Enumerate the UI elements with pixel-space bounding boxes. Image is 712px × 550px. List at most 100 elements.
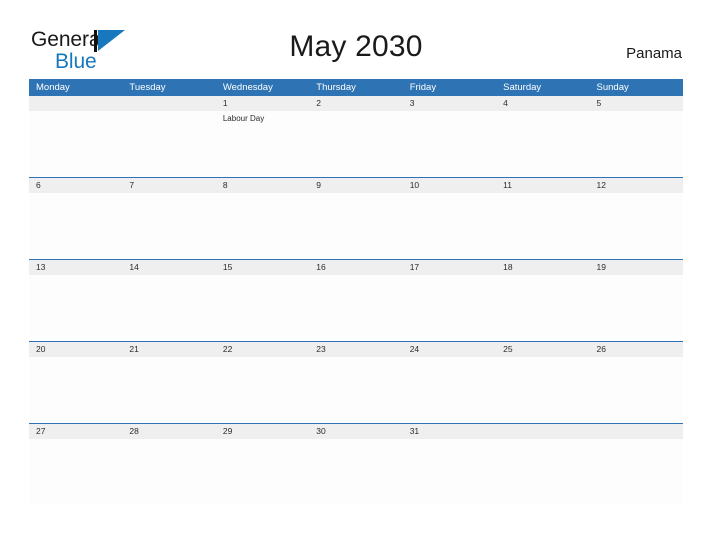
calendar-day-cell[interactable]: 21 <box>122 342 216 423</box>
day-number-band <box>589 424 683 439</box>
calendar-day-cell[interactable]: 8 <box>215 178 310 259</box>
calendar-body: 1 Labour Day 2 3 4 5 6 7 8 9 10 11 12 13 14 15 16 17 18 19 2… <box>29 96 683 505</box>
day-number: 19 <box>596 262 606 272</box>
calendar-day-cell[interactable]: 10 <box>402 178 497 259</box>
country-label: Panama <box>626 45 682 62</box>
day-number: 30 <box>316 426 326 436</box>
weekday-header-thursday: Thursday <box>316 82 356 93</box>
calendar-day-cell[interactable]: 9 <box>309 178 403 259</box>
calendar-day-cell[interactable]: 19 <box>589 260 683 341</box>
calendar-day-cell[interactable]: 1 Labour Day <box>215 96 310 177</box>
calendar-day-cell[interactable]: 5 <box>589 96 683 177</box>
calendar-day-cell[interactable]: 15 <box>215 260 310 341</box>
weekday-header-row: Monday Tuesday Wednesday Thursday Friday Satu… <box>29 79 683 96</box>
day-number-band <box>122 96 216 111</box>
day-number: 7 <box>129 180 135 190</box>
weekday-header-friday: Friday <box>409 82 437 93</box>
calendar-day-cell[interactable]: 20 <box>29 342 123 423</box>
day-number: 3 <box>409 98 415 108</box>
day-number: 2 <box>316 98 321 108</box>
day-number: 14 <box>129 262 139 272</box>
calendar-week-row: 13 14 15 16 17 18 19 <box>29 259 683 341</box>
weekday-header-tuesday: Tuesday <box>129 82 166 93</box>
day-number: 28 <box>129 426 139 436</box>
calendar-day-cell[interactable]: 29 <box>215 424 310 505</box>
day-number: 5 <box>596 98 602 108</box>
calendar-day-cell[interactable]: 23 <box>309 342 403 423</box>
day-number: 31 <box>409 426 420 436</box>
day-number-band <box>29 96 123 111</box>
day-number: 17 <box>409 262 420 272</box>
calendar-day-cell[interactable]: 25 <box>496 342 590 423</box>
calendar-day-cell[interactable]: 4 <box>496 96 590 177</box>
calendar-day-cell-empty <box>122 96 216 177</box>
day-number: 26 <box>596 344 606 354</box>
day-number-band <box>402 96 497 111</box>
calendar-day-cell[interactable]: 14 <box>122 260 216 341</box>
day-number-band <box>496 424 590 439</box>
day-number: 22 <box>222 344 233 354</box>
day-number-band <box>215 96 310 111</box>
page-title: May 2030 <box>289 30 423 63</box>
calendar-week-row: 27 28 29 30 31 <box>29 423 683 505</box>
calendar-grid: Monday Tuesday Wednesday Thursday Friday Satu… <box>29 79 683 505</box>
day-number: 23 <box>316 344 326 354</box>
calendar-day-cell[interactable]: 30 <box>309 424 403 505</box>
day-number: 27 <box>36 426 46 436</box>
weekday-header-saturday: Saturday <box>503 82 542 93</box>
day-events: Labour Day <box>223 113 305 126</box>
calendar-day-cell-empty <box>589 424 683 505</box>
day-number: 9 <box>316 180 321 190</box>
calendar-day-cell[interactable]: 24 <box>402 342 497 423</box>
day-number: 21 <box>129 344 139 354</box>
day-number-band <box>309 178 403 193</box>
day-number: 4 <box>503 98 508 108</box>
day-number-band <box>122 178 216 193</box>
calendar-day-cell[interactable]: 16 <box>309 260 403 341</box>
calendar-week-row: 1 Labour Day 2 3 4 5 <box>29 96 683 177</box>
calendar-day-cell[interactable]: 17 <box>402 260 497 341</box>
day-number: 15 <box>222 262 233 272</box>
holiday-event-label: Labour Day <box>222 114 265 123</box>
calendar-day-cell[interactable]: 27 <box>29 424 123 505</box>
calendar-day-cell[interactable]: 11 <box>496 178 590 259</box>
day-number-band <box>309 96 403 111</box>
calendar-day-cell[interactable]: 28 <box>122 424 216 505</box>
calendar-page: General Blue May 2030 Panama Monday Tuesd… <box>0 0 712 550</box>
day-number: 13 <box>36 262 46 272</box>
day-number: 1 <box>222 98 228 108</box>
day-number: 16 <box>316 262 326 272</box>
weekday-header-monday: Monday <box>36 82 70 93</box>
calendar-day-cell[interactable]: 18 <box>496 260 590 341</box>
calendar-day-cell[interactable]: 2 <box>309 96 403 177</box>
day-number-band <box>496 96 590 111</box>
day-number: 11 <box>503 180 512 190</box>
calendar-day-cell-empty <box>29 96 123 177</box>
day-number: 20 <box>36 344 46 354</box>
calendar-day-cell[interactable]: 6 <box>29 178 123 259</box>
calendar-day-cell[interactable]: 26 <box>589 342 683 423</box>
day-number-band <box>215 178 310 193</box>
day-number: 25 <box>503 344 513 354</box>
day-number: 6 <box>36 180 41 190</box>
calendar-day-cell[interactable]: 12 <box>589 178 683 259</box>
calendar-day-cell[interactable]: 3 <box>402 96 497 177</box>
weekday-header-wednesday: Wednesday <box>222 82 273 93</box>
calendar-day-cell-empty <box>496 424 590 505</box>
day-number-band <box>29 178 123 193</box>
calendar-day-cell[interactable]: 7 <box>122 178 216 259</box>
day-number: 8 <box>222 180 228 190</box>
day-number: 12 <box>596 180 606 190</box>
day-number: 29 <box>222 426 233 436</box>
day-number: 10 <box>409 180 420 190</box>
calendar-week-row: 20 21 22 23 24 25 26 <box>29 341 683 423</box>
day-number: 24 <box>409 344 420 354</box>
weekday-header-sunday: Sunday <box>596 82 629 93</box>
day-number-band <box>589 96 683 111</box>
calendar-day-cell[interactable]: 22 <box>215 342 310 423</box>
day-number: 18 <box>503 262 513 272</box>
calendar-week-row: 6 7 8 9 10 11 12 <box>29 177 683 259</box>
calendar-day-cell[interactable]: 13 <box>29 260 123 341</box>
page-header: General Blue May 2030 Panama <box>0 0 712 72</box>
calendar-day-cell[interactable]: 31 <box>402 424 497 505</box>
